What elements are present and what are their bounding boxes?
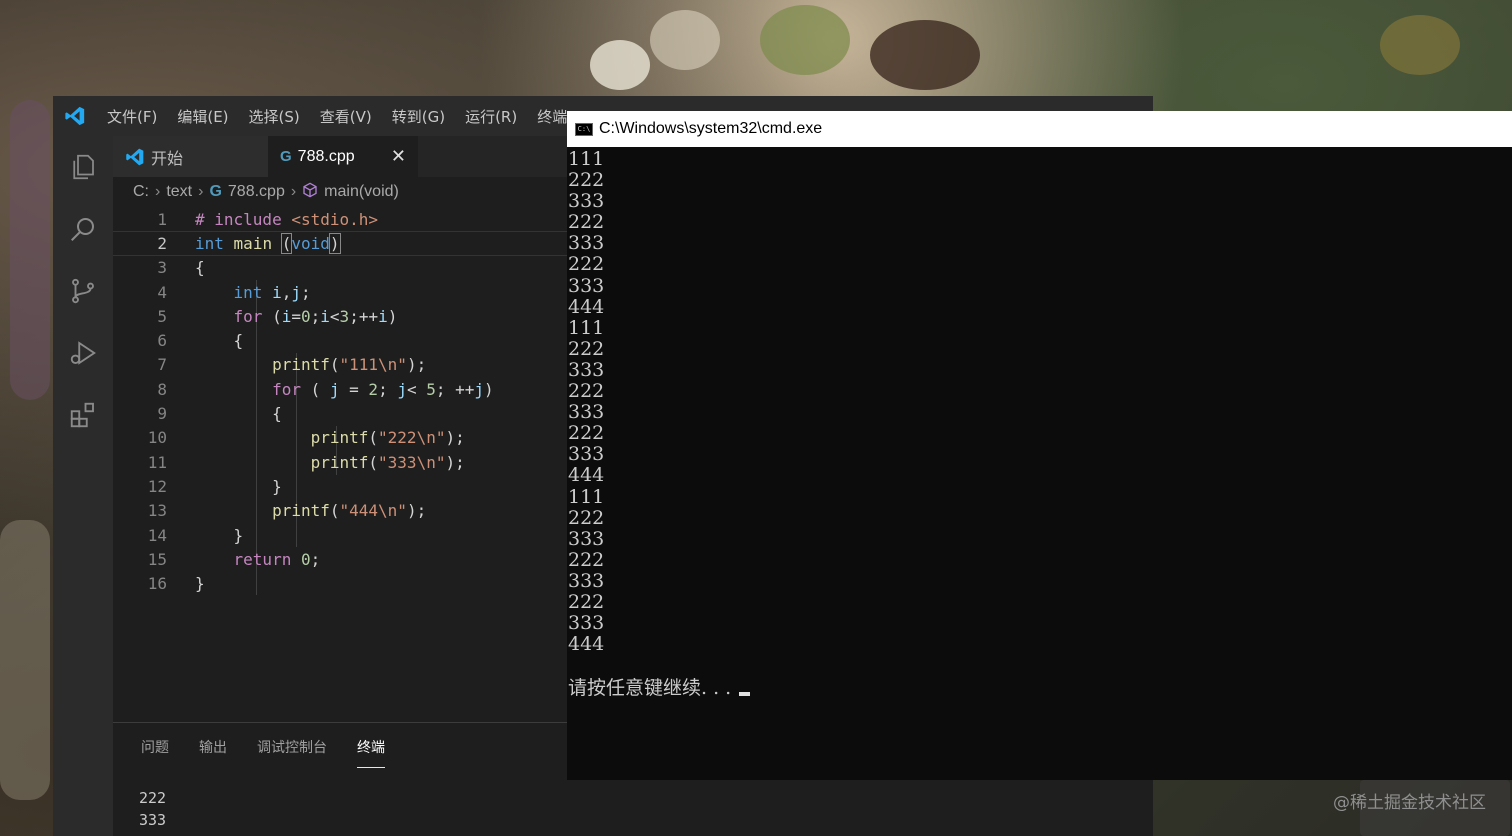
cmd-window: C:\ C:\Windows\system32\cmd.exe 111 222 … bbox=[567, 111, 1512, 780]
output-line: 111 bbox=[568, 485, 605, 508]
output-line: 111 bbox=[568, 148, 605, 170]
chevron-right-icon: › bbox=[198, 183, 204, 200]
output-line: 333 bbox=[568, 569, 605, 592]
cmd-icon: C:\ bbox=[575, 122, 593, 136]
output-line: 444 bbox=[568, 464, 605, 487]
text-cursor bbox=[739, 692, 751, 697]
tab-label: 788.cpp bbox=[297, 147, 355, 165]
search-icon[interactable] bbox=[53, 198, 113, 260]
output-line: 111 bbox=[568, 316, 605, 339]
breadcrumb-file[interactable]: 788.cpp bbox=[228, 183, 285, 201]
cmd-title: C:\Windows\system32\cmd.exe bbox=[599, 120, 823, 137]
breadcrumb-symbol[interactable]: main(void) bbox=[324, 183, 399, 201]
source-control-icon[interactable] bbox=[53, 260, 113, 322]
output-line: 222 bbox=[568, 506, 605, 529]
output-line: 333 bbox=[568, 527, 605, 550]
tab-problems[interactable]: 问题 bbox=[141, 723, 169, 771]
output-line: 333 bbox=[568, 274, 605, 297]
terminal-line: 333 bbox=[139, 811, 167, 829]
output-line: 222 bbox=[568, 380, 605, 403]
breadcrumb-folder[interactable]: text bbox=[166, 183, 192, 201]
vscode-logo-icon bbox=[53, 96, 97, 136]
tab-label: 开始 bbox=[151, 150, 184, 168]
output-line: 333 bbox=[568, 443, 605, 466]
output-line: 222 bbox=[568, 211, 605, 234]
menu-file[interactable]: 文件(F) bbox=[97, 96, 167, 136]
output-line: 333 bbox=[568, 190, 605, 213]
activity-bar bbox=[53, 136, 113, 836]
cmd-output[interactable]: 111 222 333 222 333 222 333 444 111 222 … bbox=[567, 147, 1512, 700]
tab-output[interactable]: 输出 bbox=[199, 723, 227, 771]
menu-view[interactable]: 查看(V) bbox=[310, 96, 382, 136]
output-line: 444 bbox=[568, 633, 605, 656]
explorer-icon[interactable] bbox=[53, 136, 113, 198]
output-line: 222 bbox=[568, 422, 605, 445]
menu-run[interactable]: 运行(R) bbox=[455, 96, 527, 136]
output-line: 222 bbox=[568, 337, 605, 360]
output-line: 222 bbox=[568, 590, 605, 613]
menu-go[interactable]: 转到(G) bbox=[382, 96, 455, 136]
terminal-line: 222 bbox=[139, 789, 167, 807]
run-debug-icon[interactable] bbox=[53, 322, 113, 384]
tab-788-cpp[interactable]: G 788.cpp ✕ bbox=[268, 136, 418, 177]
breadcrumb-drive[interactable]: C: bbox=[133, 183, 149, 201]
output-line: 222 bbox=[568, 169, 605, 192]
output-line: 333 bbox=[568, 401, 605, 424]
chevron-right-icon: › bbox=[155, 183, 161, 200]
tab-welcome[interactable]: 开始 bbox=[113, 136, 268, 177]
cpp-file-icon: G bbox=[280, 148, 292, 165]
output-line: 444 bbox=[568, 295, 605, 318]
cpp-file-icon: G bbox=[209, 183, 222, 200]
extensions-icon[interactable] bbox=[53, 384, 113, 446]
cmd-title-bar[interactable]: C:\ C:\Windows\system32\cmd.exe bbox=[567, 111, 1512, 147]
chevron-right-icon: › bbox=[290, 183, 297, 200]
close-icon[interactable]: ✕ bbox=[391, 146, 406, 167]
menu-selection[interactable]: 选择(S) bbox=[239, 96, 310, 136]
vscode-logo-icon bbox=[125, 147, 145, 167]
output-line: 222 bbox=[568, 548, 605, 571]
cmd-prompt: 请按任意键继续. . . bbox=[568, 673, 1512, 700]
menu-edit[interactable]: 编辑(E) bbox=[167, 96, 238, 136]
cube-icon bbox=[302, 182, 318, 203]
tab-terminal[interactable]: 终端 bbox=[357, 723, 385, 771]
watermark: @稀土掘金技术社区 bbox=[1333, 793, 1486, 813]
output-line: 222 bbox=[568, 253, 605, 276]
output-line: 333 bbox=[568, 232, 605, 255]
prompt-text: 请按任意键继续. . . bbox=[568, 677, 732, 700]
tab-debug-console[interactable]: 调试控制台 bbox=[257, 723, 327, 771]
output-line: 333 bbox=[568, 358, 605, 381]
output-line: 333 bbox=[568, 612, 605, 635]
